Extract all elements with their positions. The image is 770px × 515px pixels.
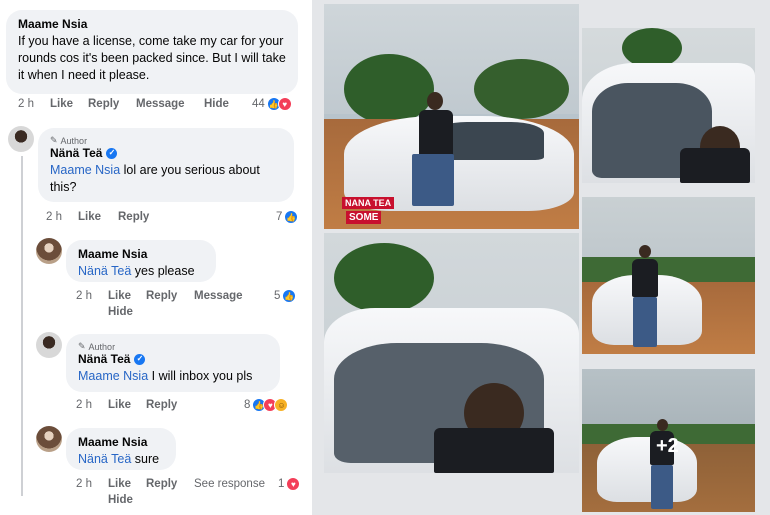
avatar[interactable] xyxy=(8,126,34,152)
author-badge: ✎ Author xyxy=(50,135,282,146)
comment-time[interactable]: 2 h xyxy=(76,399,92,411)
reaction-count: 1 xyxy=(278,478,285,490)
photo-1[interactable]: NANA TEA SOME xyxy=(324,4,579,229)
like-link[interactable]: Like xyxy=(50,98,73,110)
reaction-summary[interactable]: 1 ♥ xyxy=(278,477,301,491)
reaction-count: 7 xyxy=(276,211,283,223)
comment-actions: 2 h Like Reply See response Hide xyxy=(76,478,306,508)
like-reaction-icon: 👍 xyxy=(284,210,299,224)
like-link[interactable]: Like xyxy=(108,478,131,490)
mention-link[interactable]: Maame Nsia xyxy=(50,163,120,177)
reaction-summary[interactable]: 7 👍 xyxy=(276,210,299,224)
comments-panel: Maame Nsia If you have a license, come t… xyxy=(0,0,312,515)
photo-2[interactable] xyxy=(582,28,755,183)
comment-bubble: Maame Nsia Nänä Teä yes please xyxy=(66,240,216,282)
comment-bubble: Maame Nsia If you have a license, come t… xyxy=(6,10,298,94)
more-photos-count[interactable]: +2 xyxy=(656,435,679,458)
reply-link[interactable]: Reply xyxy=(146,399,177,411)
love-reaction-icon: ♥ xyxy=(286,477,301,491)
reply-link[interactable]: Reply xyxy=(146,478,177,490)
commenter-name[interactable]: Maame Nsia xyxy=(78,247,204,261)
comment-time[interactable]: 2 h xyxy=(18,98,34,110)
comment-body: yes please xyxy=(131,264,195,278)
comment-body: I will inbox you pls xyxy=(148,369,253,383)
hide-link[interactable]: Hide xyxy=(108,494,133,506)
author-badge: ✎ Author xyxy=(78,341,268,352)
watermark: NANA TEA xyxy=(342,197,395,209)
reply-link[interactable]: Reply xyxy=(118,211,149,223)
commenter-name[interactable]: Nänä Teä xyxy=(50,146,102,160)
mention-link[interactable]: Nänä Teä xyxy=(78,264,131,278)
see-response-link[interactable]: See response xyxy=(194,478,265,490)
commenter-name[interactable]: Nänä Teä xyxy=(78,352,130,366)
message-link[interactable]: Message xyxy=(136,98,185,110)
like-link[interactable]: Like xyxy=(108,290,131,302)
comment-text: Maame Nsia lol are you serious about thi… xyxy=(50,162,282,196)
author-label: Author xyxy=(60,135,88,146)
comment-text: Maame Nsia I will inbox you pls xyxy=(78,368,268,385)
reaction-count: 44 xyxy=(252,98,265,110)
message-link[interactable]: Message xyxy=(194,290,243,302)
avatar[interactable] xyxy=(36,238,62,264)
photo-4[interactable] xyxy=(582,197,755,354)
avatar[interactable] xyxy=(36,426,62,452)
comment-time[interactable]: 2 h xyxy=(76,290,92,302)
photo-3[interactable] xyxy=(324,233,579,473)
thread-line xyxy=(21,156,23,496)
love-reaction-icon: ♥ xyxy=(277,97,292,111)
mention-link[interactable]: Nänä Teä xyxy=(78,452,131,466)
verified-icon: ✓ xyxy=(134,353,146,365)
author-label: Author xyxy=(88,341,116,352)
like-link[interactable]: Like xyxy=(78,211,101,223)
reply-link[interactable]: Reply xyxy=(88,98,119,110)
like-reaction-icon: 👍 xyxy=(282,289,297,303)
comment-text: Nänä Teä yes please xyxy=(78,263,204,280)
reaction-count: 5 xyxy=(274,290,281,302)
pencil-icon: ✎ xyxy=(50,135,58,145)
like-link[interactable]: Like xyxy=(108,399,131,411)
comment-body: sure xyxy=(131,452,160,466)
mention-link[interactable]: Maame Nsia xyxy=(78,369,148,383)
comment-actions: 2 h Like Reply Message Hide xyxy=(76,290,276,320)
care-reaction-icon: ☺ xyxy=(274,398,289,412)
reaction-summary[interactable]: 44 👍 ♥ xyxy=(252,97,292,111)
comment-bubble: Maame Nsia Nänä Teä sure xyxy=(66,428,176,470)
photo-grid: NANA TEA SOME +2 xyxy=(312,0,770,515)
comment-text: If you have a license, come take my car … xyxy=(18,34,286,82)
avatar[interactable] xyxy=(36,332,62,358)
watermark-sub: SOME xyxy=(346,211,382,224)
reply-link[interactable]: Reply xyxy=(146,290,177,302)
comment-time[interactable]: 2 h xyxy=(76,478,92,490)
verified-icon: ✓ xyxy=(106,147,118,159)
reaction-count: 8 xyxy=(244,399,251,411)
comment-time[interactable]: 2 h xyxy=(46,211,62,223)
comment-bubble: ✎ Author Nänä Teä ✓ Maame Nsia I will in… xyxy=(66,334,280,392)
photo-5-more[interactable]: +2 xyxy=(582,369,755,512)
reaction-summary[interactable]: 5 👍 xyxy=(274,289,297,303)
comment-actions: 2 h Like Reply xyxy=(46,211,246,227)
commenter-name[interactable]: Maame Nsia xyxy=(78,435,164,449)
hide-link[interactable]: Hide xyxy=(204,98,229,110)
reaction-summary[interactable]: 8 👍 ♥ ☺ xyxy=(244,398,289,412)
commenter-name[interactable]: Maame Nsia xyxy=(18,17,286,31)
pencil-icon: ✎ xyxy=(78,341,86,351)
comment-text: Nänä Teä sure xyxy=(78,451,164,468)
comment-bubble: ✎ Author Nänä Teä ✓ Maame Nsia lol are y… xyxy=(38,128,294,202)
hide-link[interactable]: Hide xyxy=(108,306,133,318)
